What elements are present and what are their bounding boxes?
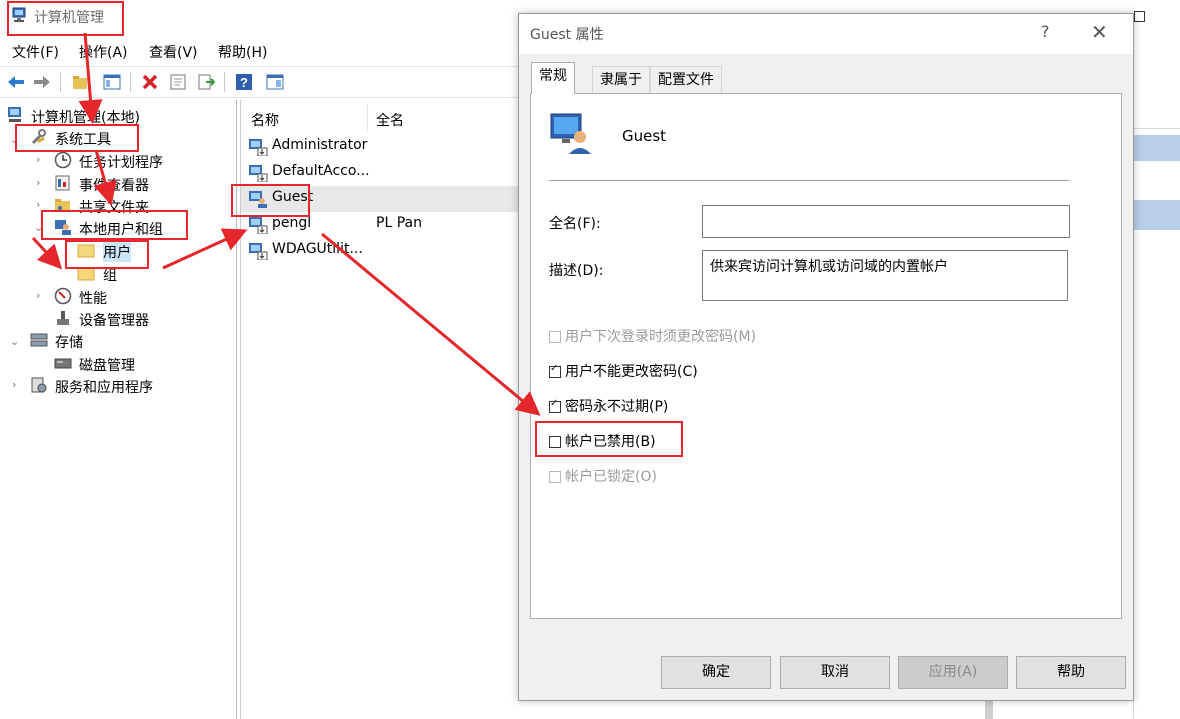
toolbar-separator [60,72,61,92]
event-viewer-icon [55,175,70,191]
device-manager-icon [57,311,69,325]
column-divider [367,104,368,132]
checkbox-label: 帐户已锁定(O) [565,469,657,485]
tab-profile[interactable]: 配置文件 [650,66,722,93]
checkbox-label: 用户下次登录时须更改密码(M) [565,329,757,345]
chevron-right-icon[interactable]: › [36,153,40,166]
chevron-right-icon[interactable]: › [36,289,40,302]
chevron-right-icon[interactable]: › [36,176,40,189]
list-item[interactable]: WDAGUtilit... [241,238,521,264]
menu-action[interactable]: 操作(A) [79,42,128,62]
checkbox-checked-icon [549,363,561,378]
menu-view[interactable]: 查看(V) [149,42,198,62]
annotation-box-users [65,240,149,269]
description-field[interactable]: 供来宾访问计算机或访问域的内置帐户 [702,250,1068,301]
tree-item-disk-management[interactable]: 磁盘管理 [79,355,135,375]
user-icon [249,243,268,260]
action-pane-header [1134,108,1180,129]
action-pane-item[interactable] [1134,135,1180,161]
checkbox-checked-icon [549,398,561,413]
toolbar-separator [224,72,225,92]
action-pane-icon[interactable] [265,72,285,92]
dialog-title: Guest 属性 [530,27,604,43]
annotation-box-system-tools [15,124,139,152]
user-icon [249,217,268,234]
checkbox-icon [549,471,561,483]
apply-button[interactable]: 应用(A) [898,656,1008,689]
checkbox-must-change-password[interactable]: 用户下次登录时须更改密码(M) [549,326,756,346]
show-hide-tree-icon[interactable] [102,72,122,92]
fullname-label: 全名(F): [549,216,601,232]
toolbar-separator [130,72,131,92]
tab-member-of[interactable]: 隶属于 [592,66,650,93]
column-header-name[interactable]: 名称 [251,110,279,130]
chevron-right-icon[interactable]: › [36,198,40,211]
checkbox-cannot-change-password[interactable]: 用户不能更改密码(C) [549,361,698,381]
tree-item-storage[interactable]: 存储 [55,332,83,352]
list-item[interactable]: Administrator [241,134,521,160]
annotation-box-local-users [41,210,188,240]
user-name: pengl [272,215,312,231]
up-folder-icon[interactable] [70,72,90,92]
user-fullname: PL Pan [376,215,422,231]
dialog-titlebar: Guest 属性 ? ✕ [519,14,1133,54]
divider [549,180,1069,181]
tab-panel-general [530,93,1122,619]
annotation-box-guest [231,184,310,217]
chevron-down-icon[interactable]: ⌄ [10,335,19,348]
action-pane-edge [1133,100,1180,719]
user-icon [550,113,591,154]
annotation-box-title [7,1,124,36]
svg-text:?: ? [240,75,248,90]
help-button[interactable]: ? [1041,22,1050,41]
checkbox-icon [549,331,561,343]
performance-icon [54,287,72,305]
checkbox-password-never-expires[interactable]: 密码永不过期(P) [549,396,668,416]
console-tree: 计算机管理(本地) ⌄ 系统工具 › 任务计划程序 › 事件查看器 › 共享文件… [0,100,237,719]
user-icon [249,165,268,182]
tab-general[interactable]: 常规 [531,62,575,94]
properties-icon[interactable] [168,72,188,92]
maximize-icon[interactable] [1134,11,1145,22]
export-list-icon[interactable] [196,72,216,92]
close-icon[interactable]: ✕ [1091,20,1108,44]
tree-item-event-viewer[interactable]: 事件查看器 [79,175,149,195]
annotation-box-account-disabled [535,421,683,457]
tree-item-performance[interactable]: 性能 [79,288,107,308]
cancel-button[interactable]: 取消 [780,656,890,689]
user-name: Administrator [272,137,368,153]
storage-icon [30,333,48,347]
action-pane-item[interactable] [1134,200,1180,230]
user-name: WDAGUtilit... [272,241,363,257]
help-icon[interactable]: ? [234,72,254,92]
disk-icon [54,358,72,369]
services-icon [31,377,47,393]
ok-button[interactable]: 确定 [661,656,771,689]
menu-file[interactable]: 文件(F) [12,42,59,62]
forward-arrow-icon[interactable] [32,72,52,92]
description-label: 描述(D): [549,263,604,279]
tree-item-services-apps[interactable]: 服务和应用程序 [55,377,153,397]
help-dialog-button[interactable]: 帮助 [1016,656,1126,689]
menu-help[interactable]: 帮助(H) [218,42,267,62]
clock-icon [54,151,72,169]
delete-icon[interactable] [140,72,160,92]
toolbar: ? [0,66,520,98]
guest-properties-dialog: Guest 属性 ? ✕ 常规 隶属于 配置文件 Guest 全名(F): 描述… [518,13,1134,701]
tree-item-device-manager[interactable]: 设备管理器 [79,310,149,330]
computer-management-icon [8,107,21,122]
chevron-right-icon[interactable]: › [12,378,16,391]
checkbox-label: 密码永不过期(P) [565,399,669,415]
user-display-name: Guest [622,127,667,145]
checkbox-account-locked[interactable]: 帐户已锁定(O) [549,466,657,486]
user-name: DefaultAcco... [272,163,370,179]
fullname-field[interactable] [702,205,1070,238]
list-item[interactable]: DefaultAcco... [241,160,521,186]
tree-item-task-scheduler[interactable]: 任务计划程序 [79,152,163,172]
user-icon [249,139,268,156]
back-arrow-icon[interactable] [6,72,26,92]
checkbox-label: 用户不能更改密码(C) [565,364,698,380]
menu-bar: 文件(F) 操作(A) 查看(V) 帮助(H) [0,38,520,64]
column-header-fullname[interactable]: 全名 [376,110,404,130]
